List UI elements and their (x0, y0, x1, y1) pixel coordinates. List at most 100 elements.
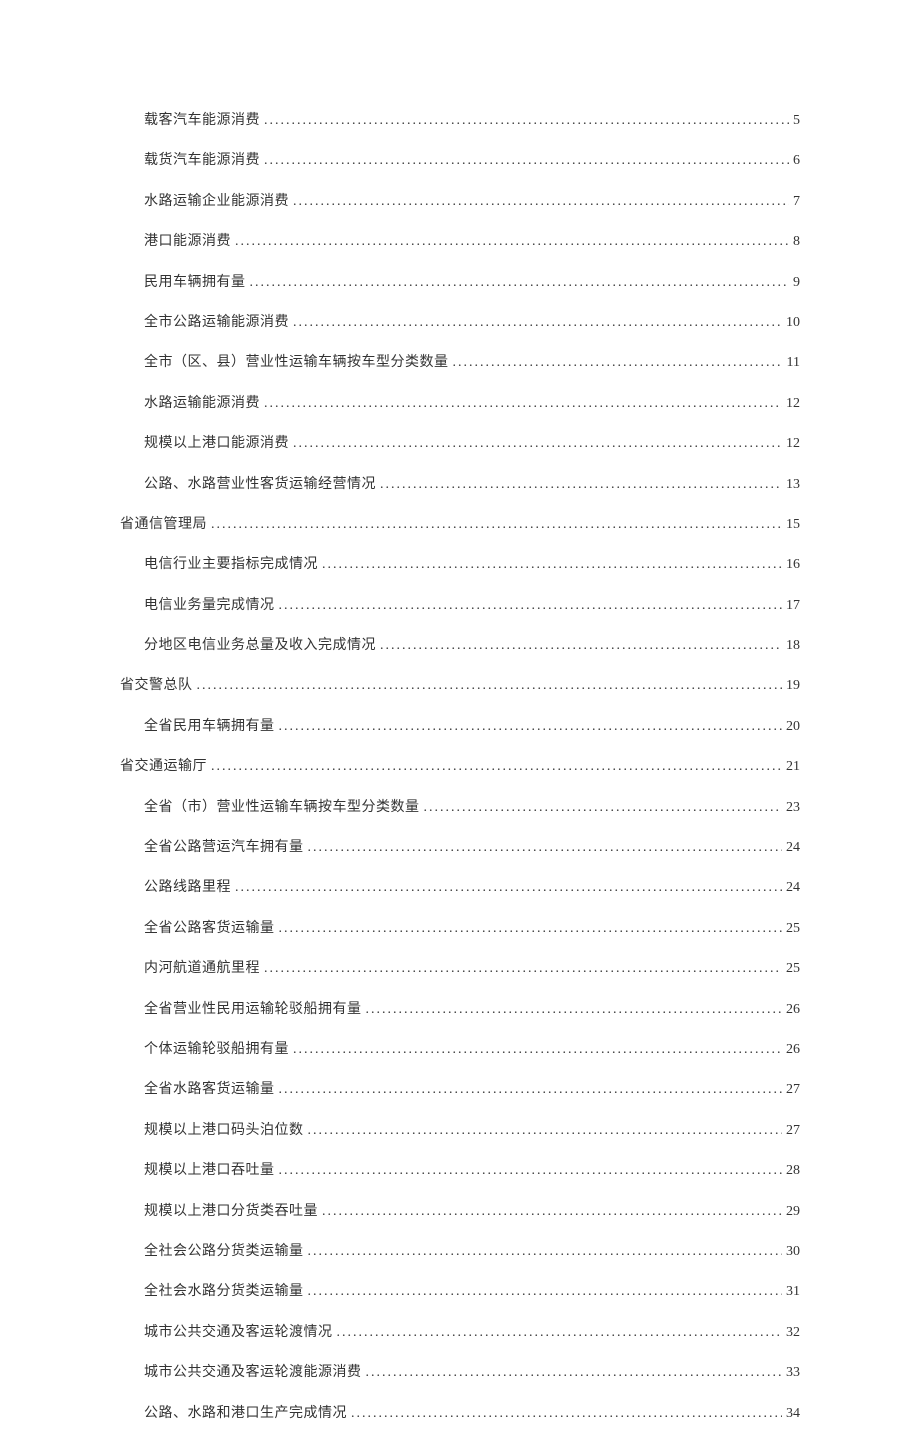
toc-entry-page: 13 (786, 474, 800, 496)
toc-entry: 规模以上港口能源消费 12 (120, 433, 800, 455)
toc-entry-leader (279, 716, 783, 738)
toc-entry: 全省营业性民用运输轮驳船拥有量 26 (120, 999, 800, 1021)
toc-entry-label: 全省水路客货运输量 (144, 1079, 275, 1101)
toc-entry-page: 19 (786, 675, 800, 697)
toc-entry-label: 省通信管理局 (120, 514, 207, 536)
table-of-contents: 载客汽车能源消费 5 载货汽车能源消费6 水路运输企业能源消费7 港口能源消费 8 民用车辆… (120, 110, 800, 1425)
toc-entry-label: 全市公路运输能源消费 (144, 312, 289, 334)
toc-entry: 全社会公路分货类运输量30 (120, 1241, 800, 1263)
toc-entry-page: 12 (786, 433, 800, 455)
toc-entry-label: 公路线路里程 (144, 877, 231, 899)
toc-entry: 全省（市）营业性运输车辆按车型分类数量23 (120, 797, 800, 819)
toc-entry-leader (308, 1120, 783, 1142)
toc-entry-label: 电信业务量完成情况 (144, 595, 275, 617)
toc-entry-page: 26 (786, 1039, 800, 1061)
toc-entry-page: 9 (793, 272, 800, 294)
toc-entry: 省交通运输厅 21 (120, 756, 800, 778)
toc-entry-label: 全社会水路分货类运输量 (144, 1281, 304, 1303)
toc-entry-label: 水路运输能源消费 (144, 393, 260, 415)
toc-entry-leader (211, 514, 782, 536)
toc-entry-page: 32 (786, 1322, 800, 1344)
toc-entry-page: 16 (786, 554, 800, 576)
toc-entry: 载货汽车能源消费6 (120, 150, 800, 172)
toc-entry: 公路、水路和港口生产完成情况 34 (120, 1403, 800, 1425)
toc-entry-page: 23 (786, 797, 800, 819)
toc-entry-leader (322, 1201, 782, 1223)
toc-entry-leader (279, 1160, 783, 1182)
toc-entry-leader (424, 797, 783, 819)
toc-entry-label: 城市公共交通及客运轮渡情况 (144, 1322, 333, 1344)
toc-entry-page: 10 (786, 312, 800, 334)
toc-entry-leader (279, 595, 783, 617)
toc-entry-page: 21 (786, 756, 800, 778)
toc-entry: 省交警总队19 (120, 675, 800, 697)
toc-entry-leader (279, 1079, 783, 1101)
toc-entry-page: 18 (786, 635, 800, 657)
toc-entry-label: 分地区电信业务总量及收入完成情况 (144, 635, 376, 657)
toc-entry-leader (279, 918, 783, 940)
toc-entry-page: 28 (786, 1160, 800, 1182)
toc-entry-leader (264, 958, 782, 980)
toc-entry-label: 规模以上港口分货类吞吐量 (144, 1201, 318, 1223)
toc-entry-label: 公路、水路和港口生产完成情况 (144, 1403, 347, 1425)
toc-entry-page: 7 (793, 191, 800, 213)
toc-entry-leader (197, 675, 783, 697)
toc-entry: 分地区电信业务总量及收入完成情况 18 (120, 635, 800, 657)
toc-entry-leader (293, 1039, 782, 1061)
toc-entry: 全市公路运输能源消费 10 (120, 312, 800, 334)
toc-entry: 规模以上港口分货类吞吐量29 (120, 1201, 800, 1223)
toc-entry: 全省民用车辆拥有量 20 (120, 716, 800, 738)
toc-entry-label: 个体运输轮驳船拥有量 (144, 1039, 289, 1061)
toc-entry-label: 规模以上港口能源消费 (144, 433, 289, 455)
toc-entry-label: 全省公路客货运输量 (144, 918, 275, 940)
toc-entry-leader (235, 231, 789, 253)
toc-entry-page: 8 (793, 231, 800, 253)
toc-entry-page: 25 (786, 918, 800, 940)
toc-entry-leader (293, 191, 789, 213)
toc-entry: 个体运输轮驳船拥有量 26 (120, 1039, 800, 1061)
toc-entry-leader (337, 1322, 783, 1344)
toc-entry-label: 载货汽车能源消费 (144, 150, 260, 172)
toc-entry-page: 5 (793, 110, 800, 132)
toc-entry: 民用车辆拥有量9 (120, 272, 800, 294)
toc-entry-page: 26 (786, 999, 800, 1021)
toc-entry-page: 15 (786, 514, 800, 536)
toc-entry: 全市（区、县）营业性运输车辆按车型分类数量11 (120, 352, 800, 374)
toc-entry: 规模以上港口码头泊位数27 (120, 1120, 800, 1142)
toc-entry: 水路运输企业能源消费7 (120, 191, 800, 213)
toc-entry: 全省公路营运汽车拥有量24 (120, 837, 800, 859)
toc-entry: 省通信管理局 15 (120, 514, 800, 536)
toc-entry: 载客汽车能源消费 5 (120, 110, 800, 132)
toc-entry-label: 全省营业性民用运输轮驳船拥有量 (144, 999, 362, 1021)
toc-entry-label: 港口能源消费 (144, 231, 231, 253)
toc-entry-page: 20 (786, 716, 800, 738)
toc-entry-page: 34 (786, 1403, 800, 1425)
toc-entry-page: 24 (786, 877, 800, 899)
toc-entry-label: 公路、水路营业性客货运输经营情况 (144, 474, 376, 496)
document-page: 载客汽车能源消费 5 载货汽车能源消费6 水路运输企业能源消费7 港口能源消费 8 民用车辆… (0, 0, 920, 1425)
toc-entry: 城市公共交通及客运轮渡情况 32 (120, 1322, 800, 1344)
toc-entry-leader (293, 433, 782, 455)
toc-entry-label: 城市公共交通及客运轮渡能源消费 (144, 1362, 362, 1384)
toc-entry-leader (453, 352, 783, 374)
toc-entry-leader (366, 999, 783, 1021)
toc-entry: 城市公共交通及客运轮渡能源消费 33 (120, 1362, 800, 1384)
toc-entry-leader (264, 393, 782, 415)
toc-entry-label: 省交通运输厅 (120, 756, 207, 778)
toc-entry-page: 25 (786, 958, 800, 980)
toc-entry-label: 全社会公路分货类运输量 (144, 1241, 304, 1263)
toc-entry-label: 载客汽车能源消费 (144, 110, 260, 132)
toc-entry-label: 全省民用车辆拥有量 (144, 716, 275, 738)
toc-entry-leader (264, 150, 789, 172)
toc-entry-label: 全市（区、县）营业性运输车辆按车型分类数量 (144, 352, 449, 374)
toc-entry-label: 全省公路营运汽车拥有量 (144, 837, 304, 859)
toc-entry-page: 17 (786, 595, 800, 617)
toc-entry-page: 33 (786, 1362, 800, 1384)
toc-entry-leader (308, 1281, 783, 1303)
toc-entry: 公路、水路营业性客货运输经营情况 13 (120, 474, 800, 496)
toc-entry: 全省公路客货运输量 25 (120, 918, 800, 940)
toc-entry-leader (211, 756, 782, 778)
toc-entry: 公路线路里程 24 (120, 877, 800, 899)
toc-entry-leader (366, 1362, 783, 1384)
toc-entry-leader (308, 837, 783, 859)
